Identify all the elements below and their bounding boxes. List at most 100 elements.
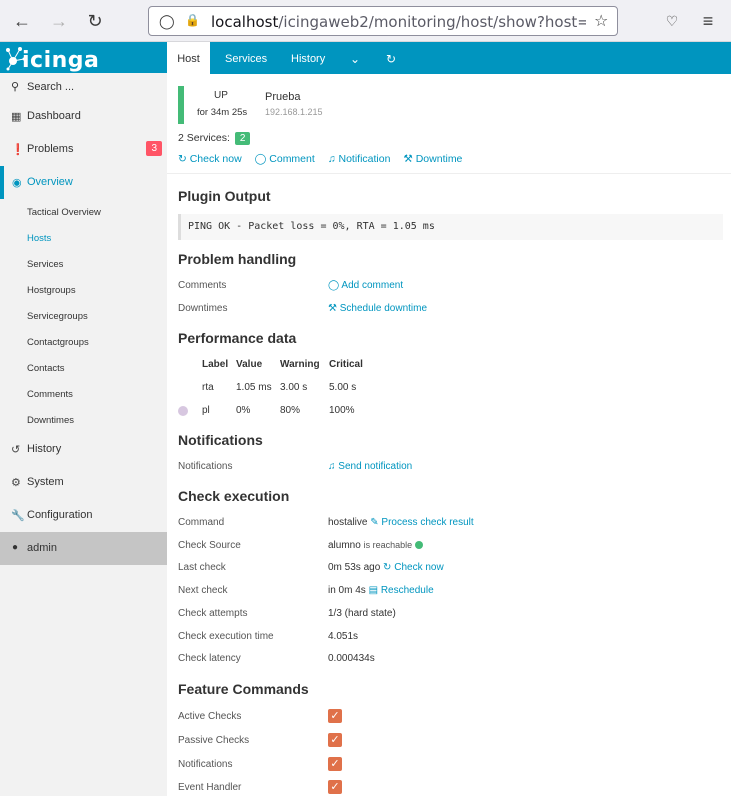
logo-text: icinga: [22, 48, 100, 73]
sidebar-item-overview[interactable]: ◉ Overview: [0, 166, 167, 199]
send-notification-link[interactable]: ♫ Send notification: [328, 461, 412, 472]
check-now-link-2[interactable]: ↻ Check now: [383, 562, 444, 573]
lock-icon[interactable]: 🔒: [185, 13, 200, 27]
sidebar-subitem-downtimes[interactable]: Downtimes: [0, 407, 167, 433]
sidebar-item-problems[interactable]: ❗ Problems 3: [0, 133, 167, 166]
active-checks-checkbox[interactable]: ✓: [328, 709, 342, 723]
alert-icon: ❗: [11, 144, 25, 156]
perf-cell: 100%: [329, 405, 355, 416]
sidebar-subitem-hosts[interactable]: Hosts: [0, 225, 167, 251]
active-checks-label: Active Checks: [178, 711, 242, 722]
sidebar-subitem-services[interactable]: Services: [0, 251, 167, 277]
perf-cell: pl: [202, 405, 210, 416]
sidebar-item-label: admin: [27, 542, 57, 554]
binoculars-icon: ◉: [12, 177, 22, 189]
command-label: Command: [178, 517, 225, 528]
comment-link[interactable]: ◯ Comment: [255, 153, 315, 165]
dashboard-icon: ▦: [11, 111, 22, 123]
perf-cell: 80%: [280, 405, 301, 416]
event-handler-label: Event Handler: [178, 782, 242, 793]
host-name[interactable]: Prueba: [265, 91, 300, 103]
host-state: UP: [214, 90, 228, 101]
notifications-heading: Notifications: [178, 432, 263, 448]
perf-cell: 5.00 s: [329, 382, 357, 393]
back-icon[interactable]: ←: [10, 10, 34, 34]
process-check-result-link[interactable]: ✎ Process check result: [370, 517, 473, 528]
sidebar-item-configuration[interactable]: 🔧 Configuration: [0, 499, 167, 532]
check-source-label: Check Source: [178, 540, 241, 551]
history-icon: ↺: [11, 444, 21, 456]
search-placeholder: Search ...: [27, 81, 75, 93]
services-label: 2 Services:: [178, 132, 230, 144]
logo[interactable]: icinga: [0, 42, 167, 73]
performance-heading: Performance data: [178, 330, 297, 346]
check-now-link[interactable]: ↻ Check now: [178, 153, 242, 165]
check-exec-time-value: 4.051s: [328, 631, 359, 642]
chevron-down-icon[interactable]: ⌄: [350, 42, 360, 74]
feature-commands-heading: Feature Commands: [178, 681, 309, 697]
perf-pie-icon: [178, 406, 188, 416]
menu-icon[interactable]: ≡: [696, 10, 720, 34]
host-state-bar: [178, 86, 184, 124]
search-icon: ⚲: [11, 81, 20, 93]
tab-bar: Host Services History ⌄ ↻: [167, 42, 731, 74]
comments-label: Comments: [178, 280, 227, 291]
sidebar-item-history[interactable]: ↺ History: [0, 433, 167, 466]
browser-toolbar: ← → ↻ ◯ 🔒 localhost/icingaweb2/monitorin…: [0, 0, 731, 42]
sidebar-subitem-tactical-overview[interactable]: Tactical Overview: [0, 199, 167, 225]
sidebar-item-system[interactable]: ⚙ System: [0, 466, 167, 499]
user-icon: ●: [12, 542, 19, 553]
sidebar-item-dashboard[interactable]: ▦ Dashboard: [0, 100, 167, 133]
notification-link[interactable]: ♫ Notification: [328, 153, 391, 165]
sidebar-item-label: System: [27, 476, 64, 488]
host-state-duration: for 34m 25s: [197, 107, 248, 118]
main-content: UP for 34m 25s Prueba 192.168.1.215 2 Se…: [167, 74, 731, 796]
address-bar[interactable]: ◯ 🔒 localhost/icingaweb2/monitoring/host…: [148, 6, 618, 36]
sidebar-subitem-hostgroups[interactable]: Hostgroups: [0, 277, 167, 303]
sidebar-subitem-servicegroups[interactable]: Servicegroups: [0, 303, 167, 329]
downtime-link[interactable]: ⚒ Downtime: [403, 153, 462, 165]
url-text[interactable]: localhost/icingaweb2/monitoring/host/sho…: [211, 13, 586, 31]
problems-count-badge: 3: [146, 141, 162, 156]
search-input[interactable]: ⚲ Search ...: [0, 73, 167, 100]
bookmark-star-icon[interactable]: ☆: [594, 11, 608, 31]
sidebar-subitem-comments[interactable]: Comments: [0, 381, 167, 407]
host-address: 192.168.1.215: [265, 107, 323, 117]
sidebar-subitem-contacts[interactable]: Contacts: [0, 355, 167, 381]
sidebar: icinga ⚲ Search ... ▦ Dashboard ❗ Proble…: [0, 42, 167, 796]
perf-cell: 3.00 s: [280, 382, 308, 393]
sidebar-item-label: Overview: [27, 176, 73, 188]
sidebar-subitem-contactgroups[interactable]: Contactgroups: [0, 329, 167, 355]
add-comment-link[interactable]: ◯ Add comment: [328, 280, 403, 291]
passive-checks-checkbox[interactable]: ✓: [328, 733, 342, 747]
event-handler-checkbox[interactable]: ✓: [328, 780, 342, 794]
perf-header-critical: Critical: [329, 359, 363, 370]
services-ok-badge[interactable]: 2: [234, 132, 251, 145]
tab-services[interactable]: Services: [225, 42, 267, 74]
check-latency-value: 0.000434s: [328, 653, 375, 664]
reschedule-link[interactable]: ▤ Reschedule: [369, 585, 434, 596]
reload-icon[interactable]: ↻: [83, 10, 107, 34]
sidebar-item-admin[interactable]: ● admin: [0, 532, 167, 565]
sidebar-item-label: Configuration: [27, 509, 93, 521]
forward-icon[interactable]: →: [47, 10, 71, 34]
check-execution-heading: Check execution: [178, 488, 290, 504]
last-check-value: 0m 53s ago ↻ Check now: [328, 562, 444, 573]
reachable-status-icon: [415, 541, 424, 549]
pocket-icon[interactable]: ♡: [660, 10, 684, 34]
schedule-downtime-link[interactable]: ⚒ Schedule downtime: [328, 303, 427, 314]
divider: [167, 173, 731, 174]
tab-history[interactable]: History: [291, 42, 325, 74]
tab-host[interactable]: Host: [167, 42, 210, 74]
passive-checks-label: Passive Checks: [178, 735, 250, 746]
perf-header-warning: Warning: [280, 359, 320, 370]
notifications-checkbox[interactable]: ✓: [328, 757, 342, 771]
sidebar-item-label: History: [27, 443, 62, 455]
downtimes-label: Downtimes: [178, 303, 228, 314]
sidebar-item-label: Dashboard: [27, 110, 81, 122]
plugin-output-box: PING OK - Packet loss = 0%, RTA = 1.05 m…: [178, 214, 723, 240]
shield-icon[interactable]: ◯: [159, 13, 175, 30]
sidebar-item-label: Problems: [27, 143, 74, 155]
perf-cell: 0%: [236, 405, 251, 416]
refresh-icon[interactable]: ↻: [386, 42, 396, 74]
